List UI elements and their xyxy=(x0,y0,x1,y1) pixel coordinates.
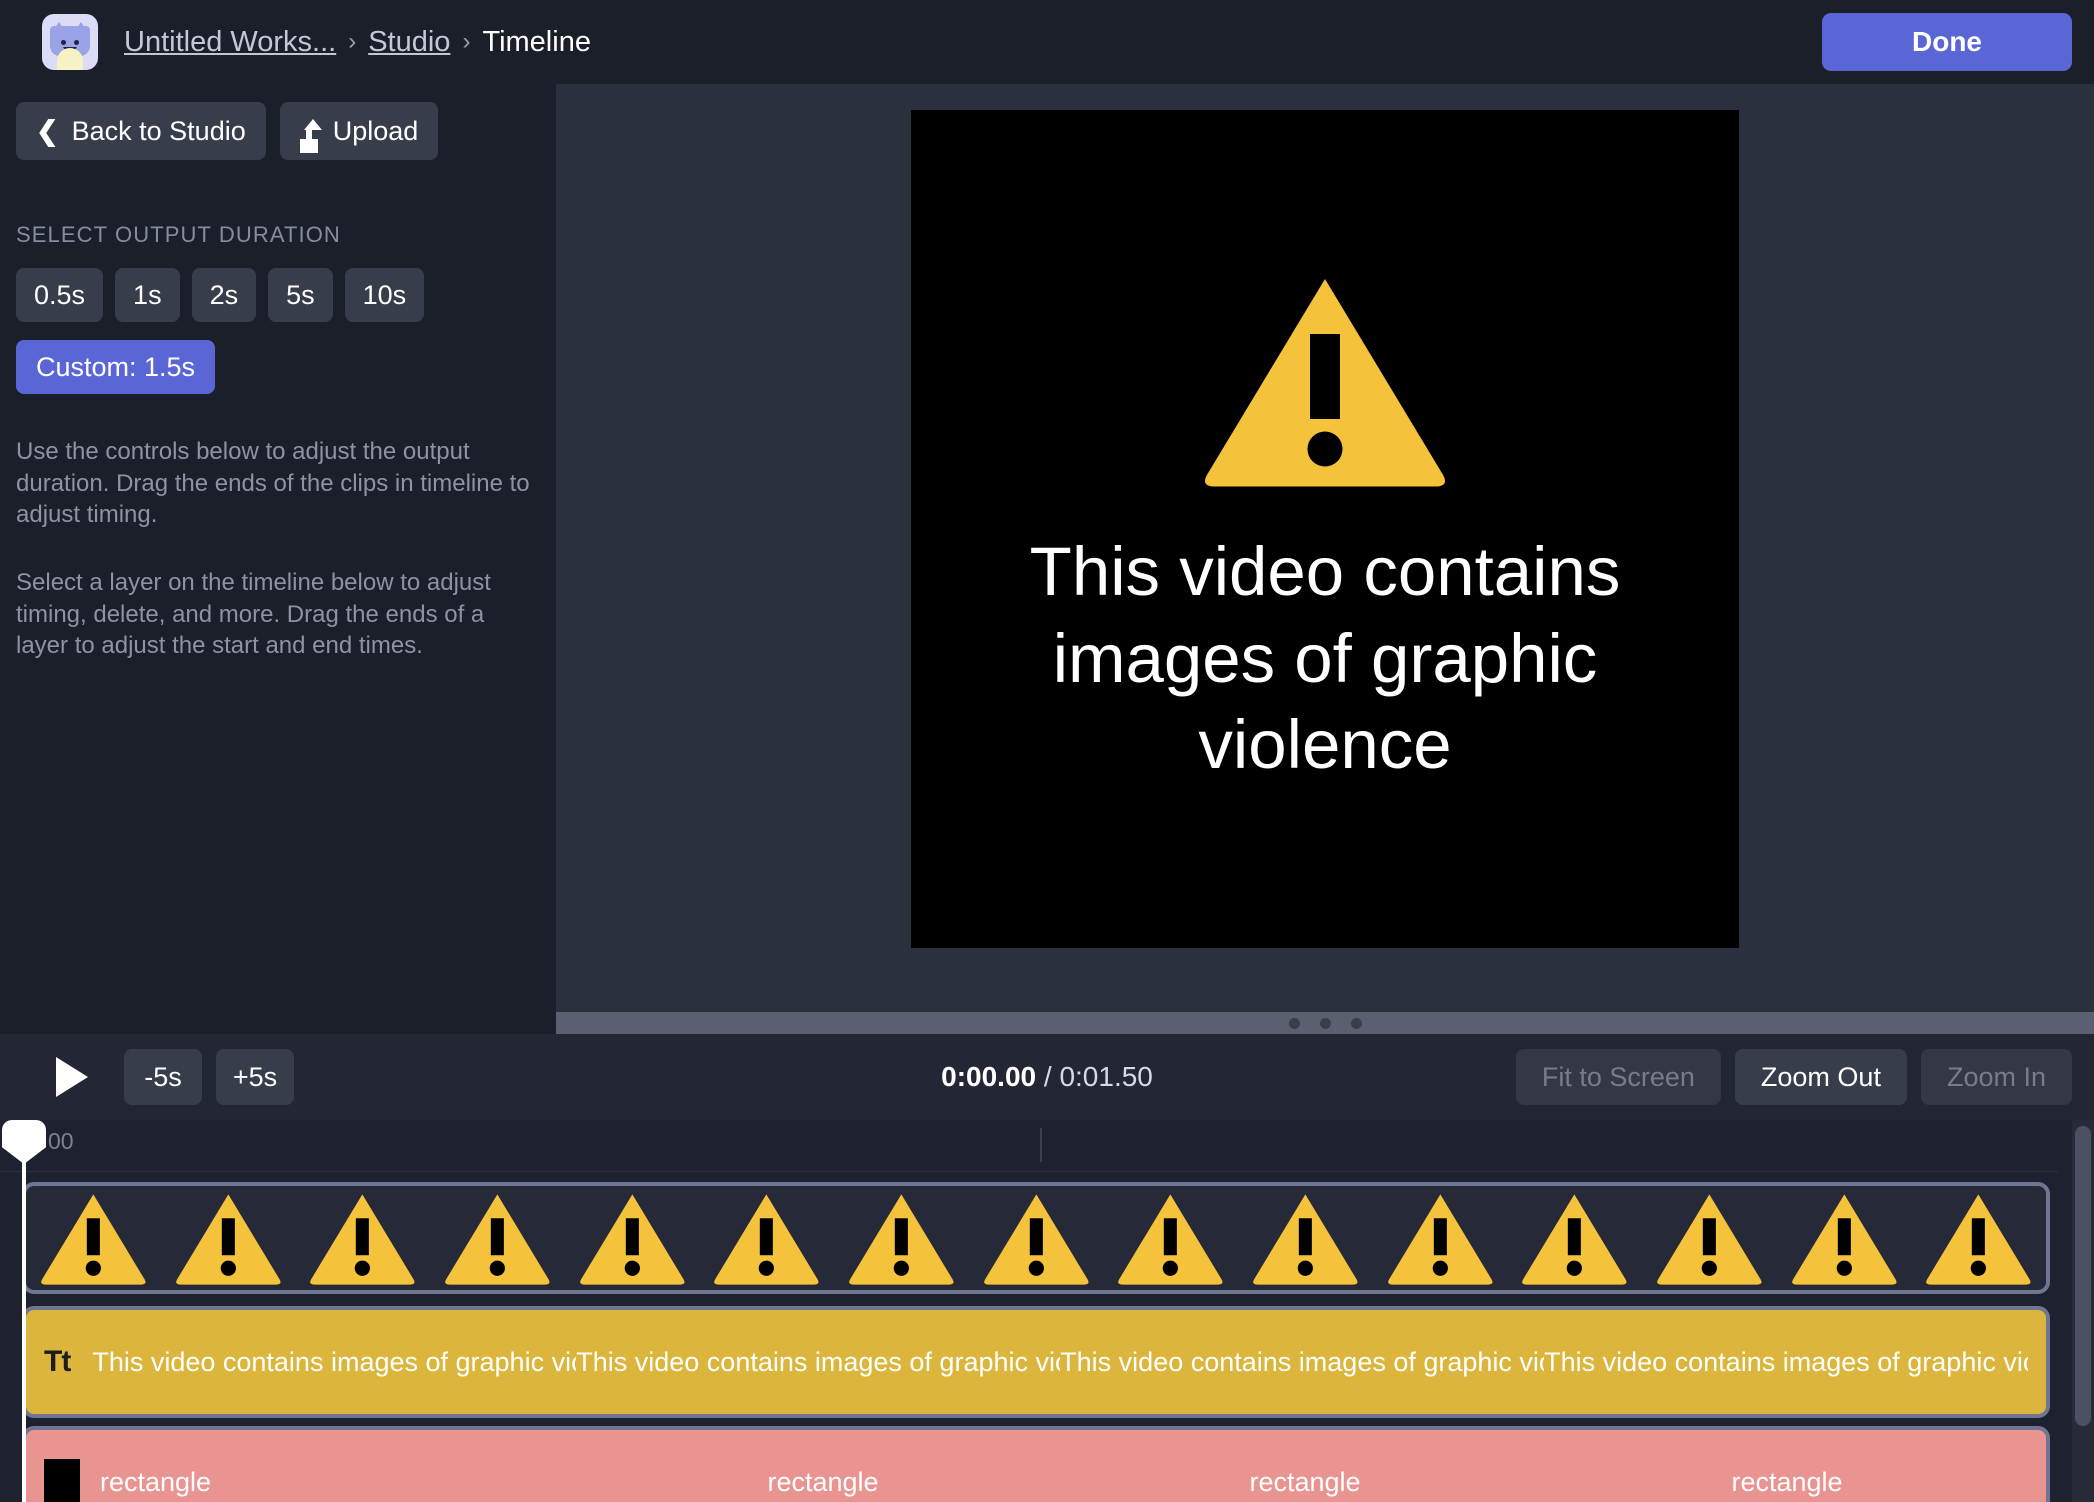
breadcrumb-separator-2: › xyxy=(462,28,471,55)
drag-handle-dots-icon[interactable] xyxy=(556,1012,2094,1034)
duration-option-1[interactable]: 1s xyxy=(115,268,180,322)
video-thumbnail xyxy=(26,1186,161,1290)
duration-options: 0.5s 1s 2s 5s 10s xyxy=(16,268,540,322)
rewind-5s-button[interactable]: -5s xyxy=(124,1049,202,1105)
left-settings-panel: ❮ Back to Studio Upload SELECT OUTPUT DU… xyxy=(0,84,556,1034)
preview-panel: This video contains images of graphic vi… xyxy=(556,84,2094,1012)
zoom-out-button[interactable]: Zoom Out xyxy=(1734,1049,1907,1105)
video-thumbnail xyxy=(1238,1186,1373,1290)
timeline-editor-app: Untitled Works... › Studio › Timeline Do… xyxy=(0,0,2094,1502)
video-thumbnail xyxy=(1911,1186,2046,1290)
text-clip-label: This video contains images of graphic vi… xyxy=(92,1346,576,1377)
play-icon[interactable] xyxy=(56,1057,88,1097)
fit-to-screen-button[interactable]: Fit to Screen xyxy=(1515,1049,1721,1105)
rectangle-clip-label: rectangle xyxy=(1249,1466,1361,1497)
breadcrumb-separator-1: › xyxy=(348,28,357,55)
custom-duration-button[interactable]: Custom: 1.5s xyxy=(16,340,216,394)
chevron-left-icon: ❮ xyxy=(36,115,59,146)
ruler-label-0: 00 xyxy=(48,1128,74,1154)
video-preview-canvas[interactable]: This video contains images of graphic vi… xyxy=(911,110,1739,948)
track-rectangle: rectangle rectangle rectangle rectangle xyxy=(22,1426,2050,1502)
duration-option-3[interactable]: 5s xyxy=(268,268,333,322)
output-duration-section-label: SELECT OUTPUT DURATION xyxy=(16,222,341,247)
duration-option-2[interactable]: 2s xyxy=(191,268,257,322)
ruler-tick xyxy=(1040,1128,1042,1162)
video-caption-text: This video contains images of graphic vi… xyxy=(1029,532,1621,784)
clip-text-layer[interactable]: Tt This video contains images of graphic… xyxy=(22,1306,2050,1418)
video-thumbnail xyxy=(295,1186,430,1290)
duration-option-4[interactable]: 10s xyxy=(344,268,425,322)
video-thumbnail xyxy=(565,1186,700,1290)
text-tool-icon: Tt xyxy=(44,1345,71,1378)
timecode-display: 0:00.00 / 0:01.50 xyxy=(941,1061,1153,1093)
text-clip-label: This video contains images of graphic vi… xyxy=(1060,1346,1544,1377)
clip-rectangle-layer[interactable]: rectangle rectangle rectangle rectangle xyxy=(22,1426,2050,1502)
timeline-panel: 00 Tt This video contains images of grap… xyxy=(0,1120,2094,1502)
video-thumbnail xyxy=(1777,1186,1912,1290)
timeline-ruler[interactable]: 00 xyxy=(0,1120,2058,1172)
video-thumbnail xyxy=(1507,1186,1642,1290)
total-time: 0:01.50 xyxy=(1059,1061,1153,1092)
rectangle-clip-label: rectangle xyxy=(1731,1466,1843,1497)
help-text-2: Select a layer on the timeline below to … xyxy=(16,569,491,660)
back-to-studio-label: Back to Studio xyxy=(71,115,246,146)
video-thumbnail xyxy=(1103,1186,1238,1290)
rectangle-clip-label: rectangle xyxy=(100,1466,212,1497)
video-thumbnail xyxy=(969,1186,1104,1290)
vertical-scrollbar[interactable] xyxy=(2072,1120,2094,1502)
track-video xyxy=(22,1182,2050,1294)
color-swatch-icon xyxy=(44,1459,80,1502)
video-thumbnail-strip xyxy=(26,1186,2046,1290)
transport-bar: -5s +5s 0:00.00 / 0:01.50 Fit to Screen … xyxy=(0,1034,2094,1120)
cat-avatar-icon xyxy=(42,14,98,70)
video-thumbnail xyxy=(834,1186,969,1290)
upload-icon xyxy=(300,119,322,143)
breadcrumb: Untitled Works... › Studio › Timeline xyxy=(124,26,591,59)
scrollbar-thumb[interactable] xyxy=(2075,1126,2091,1426)
rectangle-clip-label: rectangle xyxy=(767,1466,879,1497)
current-time: 0:00.00 xyxy=(941,1061,1037,1092)
video-thumbnail xyxy=(1642,1186,1777,1290)
time-separator: / xyxy=(1043,1061,1052,1092)
video-thumbnail xyxy=(1373,1186,1508,1290)
zoom-controls: Fit to Screen Zoom Out Zoom In xyxy=(1515,1049,2072,1105)
playhead[interactable] xyxy=(22,1120,26,1502)
text-clip-label: This video contains images of graphic vi… xyxy=(1544,1346,2028,1377)
text-clip-label: This video contains images of graphic vi… xyxy=(576,1346,1060,1377)
video-thumbnail xyxy=(430,1186,565,1290)
clip-video[interactable] xyxy=(22,1182,2050,1294)
breadcrumb-workspace[interactable]: Untitled Works... xyxy=(124,26,336,59)
panel-action-row: ❮ Back to Studio Upload xyxy=(16,102,540,160)
duration-option-0[interactable]: 0.5s xyxy=(16,268,104,322)
zoom-in-button[interactable]: Zoom In xyxy=(1920,1049,2072,1105)
video-thumbnail xyxy=(699,1186,834,1290)
track-text: Tt This video contains images of graphic… xyxy=(22,1306,2050,1418)
warning-triangle-icon xyxy=(1205,278,1445,487)
upload-button[interactable]: Upload xyxy=(279,102,439,160)
forward-5s-button[interactable]: +5s xyxy=(216,1049,294,1105)
rectangle-clip-labels: rectangle rectangle rectangle rectangle xyxy=(100,1467,2028,1498)
breadcrumb-studio[interactable]: Studio xyxy=(368,26,450,59)
top-bar: Untitled Works... › Studio › Timeline Do… xyxy=(0,0,2094,84)
done-button[interactable]: Done xyxy=(1822,13,2072,71)
breadcrumb-current: Timeline xyxy=(482,25,591,58)
video-thumbnail xyxy=(161,1186,296,1290)
help-text-1: Use the controls below to adjust the out… xyxy=(16,438,530,529)
text-clip-labels: This video contains images of graphic vi… xyxy=(92,1347,2028,1378)
upload-label: Upload xyxy=(332,115,419,146)
back-to-studio-button[interactable]: ❮ Back to Studio xyxy=(16,102,266,160)
